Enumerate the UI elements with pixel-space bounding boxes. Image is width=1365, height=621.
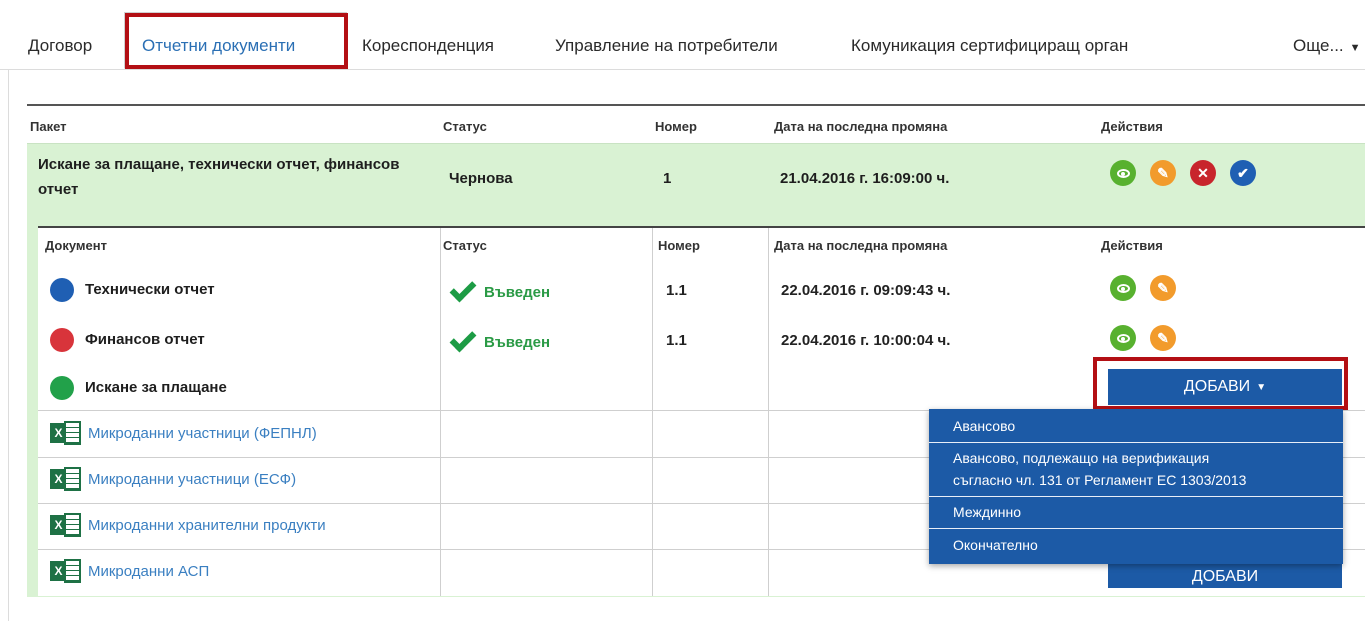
menu-item-label: Авансово, подлежащо на верификация (953, 450, 1210, 466)
tab-report-documents[interactable]: Отчетни документи (142, 36, 295, 56)
header-actions: Действия (1101, 238, 1163, 253)
menu-item-label: Междинно (953, 504, 1022, 520)
table-top-rule (27, 104, 1365, 106)
microdata-link[interactable]: Микроданни участници (ФЕПНЛ) (88, 425, 317, 442)
close-icon: ✕ (1197, 164, 1209, 181)
tab-bar: Договор Отчетни документи Кореспонденция… (0, 0, 1365, 70)
excel-icon: X (50, 559, 82, 583)
eye-icon (1116, 168, 1130, 178)
header-actions: Действия (1101, 119, 1163, 134)
header-document: Документ (45, 238, 107, 253)
menu-item-final[interactable]: Окончателно (929, 534, 1343, 560)
microdata-link[interactable]: Микроданни хранителни продукти (88, 517, 326, 534)
tab-more-label: Още... (1293, 36, 1344, 55)
document-name: Финансов отчет (85, 331, 205, 348)
technical-report-icon (50, 278, 74, 302)
panel-footer (27, 596, 1365, 621)
tab-user-management[interactable]: Управление на потребители (555, 36, 778, 56)
document-date: 22.04.2016 г. 10:00:04 ч. (781, 332, 951, 349)
package-date: 21.04.2016 г. 16:09:00 ч. (780, 170, 950, 187)
add-button[interactable]: ДОБАВИ ▼ (1108, 369, 1342, 405)
microdata-link[interactable]: Микроданни АСП (88, 563, 209, 580)
view-package-button[interactable] (1110, 160, 1136, 186)
document-date: 22.04.2016 г. 09:09:43 ч. (781, 282, 951, 299)
document-number: 1.1 (666, 332, 687, 349)
document-number: 1.1 (666, 282, 687, 299)
add-button-label: ДОБАВИ (1183, 378, 1251, 395)
tab-contract[interactable]: Договор (28, 36, 92, 56)
document-name: Искане за плащане (85, 379, 227, 396)
document-name: Технически отчет (85, 281, 215, 298)
delete-package-button[interactable]: ✕ (1190, 160, 1216, 186)
column-divider (768, 228, 769, 596)
add-button-label: ДОБАВИ (1191, 568, 1259, 585)
edit-document-button[interactable]: ✎ (1150, 275, 1176, 301)
tab-certifying-authority[interactable]: Комуникация сертифициращ орган (851, 36, 1128, 56)
payment-request-icon (50, 376, 74, 400)
panel-border (8, 70, 9, 621)
package-number: 1 (663, 170, 672, 187)
caret-down-icon: ▼ (1349, 42, 1361, 54)
status-label: Въведен (484, 334, 551, 351)
view-document-button[interactable] (1110, 325, 1136, 351)
add-dropdown-menu: Авансово Авансово, подлежащо на верифика… (929, 409, 1343, 564)
pencil-icon: ✎ (1157, 329, 1169, 346)
document-status: Въведен (449, 275, 551, 302)
view-document-button[interactable] (1110, 275, 1136, 301)
tab-more[interactable]: Още... ▼ (1293, 36, 1361, 56)
microdata-link[interactable]: Микроданни участници (ЕСФ) (88, 471, 296, 488)
submit-package-button[interactable]: ✔ (1230, 160, 1256, 186)
edit-package-button[interactable]: ✎ (1150, 160, 1176, 186)
menu-item-label: Авансово (953, 418, 1016, 434)
column-divider (440, 228, 441, 596)
package-name-line1: Искане за плащане, технически отчет, фин… (38, 156, 400, 173)
menu-item-label: съгласно чл. 131 от Регламент ЕС 1303/20… (953, 472, 1247, 488)
menu-item-advance-verification[interactable]: Авансово, подлежащо на верификация съглас… (929, 447, 1343, 497)
excel-icon: X (50, 467, 82, 491)
eye-icon (1116, 283, 1130, 293)
eye-icon (1116, 333, 1130, 343)
pencil-icon: ✎ (1157, 164, 1169, 181)
document-status: Въведен (449, 325, 551, 352)
header-status: Статус (443, 238, 487, 253)
package-status: Чернова (449, 170, 513, 187)
header-number: Номер (658, 238, 700, 253)
tab-correspondence[interactable]: Кореспонденция (362, 36, 494, 56)
column-divider (652, 228, 653, 596)
status-label: Въведен (484, 284, 551, 301)
menu-item-advance[interactable]: Авансово (929, 415, 1343, 443)
menu-item-interim[interactable]: Междинно (929, 501, 1343, 529)
header-status: Статус (443, 119, 487, 134)
header-date: Дата на последна промяна (774, 119, 948, 134)
pencil-icon: ✎ (1157, 279, 1169, 296)
excel-icon: X (50, 513, 82, 537)
check-icon: ✔ (1237, 164, 1249, 181)
header-number: Номер (655, 119, 697, 134)
header-package: Пакет (30, 119, 67, 134)
edit-document-button[interactable]: ✎ (1150, 325, 1176, 351)
menu-item-label: Окончателно (953, 537, 1038, 553)
financial-report-icon (50, 328, 74, 352)
caret-down-icon: ▼ (1256, 381, 1267, 393)
package-name-line2: отчет (38, 181, 79, 198)
header-date: Дата на последна промяна (774, 238, 948, 253)
excel-icon: X (50, 421, 82, 445)
